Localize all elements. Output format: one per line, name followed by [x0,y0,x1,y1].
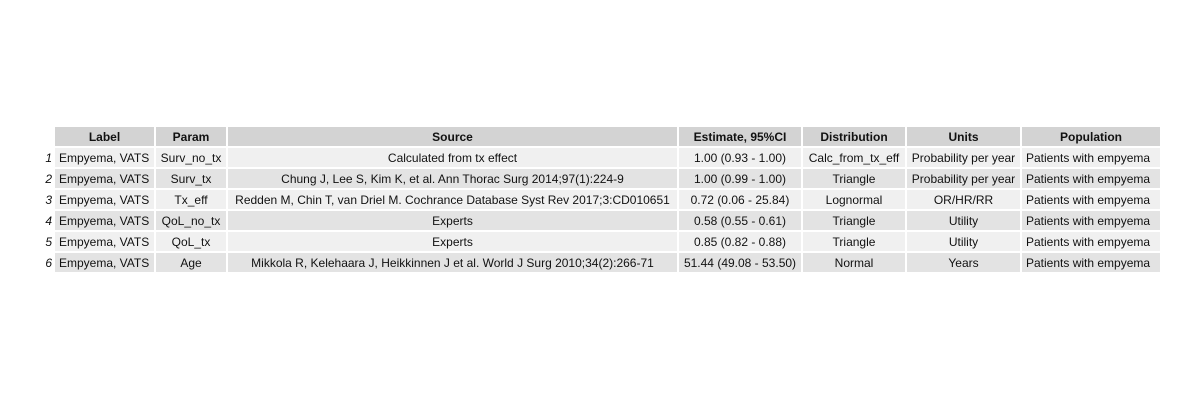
cell-label: Empyema, VATS [55,148,154,167]
cell-population: Patients with empyema [1022,253,1160,272]
cell-source: Mikkola R, Kelehaara J, Heikkinnen J et … [228,253,677,272]
cell-population: Patients with empyema [1022,148,1160,167]
table-header-row: Label Param Source Estimate, 95%CI Distr… [42,127,1160,146]
cell-population: Patients with empyema [1022,211,1160,230]
row-index: 6 [45,255,52,270]
table-row[interactable]: 3 Empyema, VATS Tx_eff Redden M, Chin T,… [42,190,1160,209]
table-row[interactable]: 4 Empyema, VATS QoL_no_tx Experts 0.58 (… [42,211,1160,230]
cell-param: Surv_no_tx [156,148,226,167]
cell-units: Utility [907,211,1020,230]
cell-population: Patients with empyema [1022,232,1160,251]
header-distribution[interactable]: Distribution [803,127,905,146]
cell-units: Probability per year [907,148,1020,167]
cell-estimate: 51.44 (49.08 - 53.50) [679,253,801,272]
header-label[interactable]: Label [55,127,154,146]
cell-label: Empyema, VATS [55,232,154,251]
cell-estimate: 1.00 (0.99 - 1.00) [679,169,801,188]
parameter-table: Label Param Source Estimate, 95%CI Distr… [40,125,1162,274]
row-index: 1 [45,150,52,165]
cell-distribution: Triangle [803,169,905,188]
cell-estimate: 0.85 (0.82 - 0.88) [679,232,801,251]
cell-distribution: Normal [803,253,905,272]
header-population[interactable]: Population [1022,127,1160,146]
cell-estimate: 1.00 (0.93 - 1.00) [679,148,801,167]
cell-label: Empyema, VATS [55,190,154,209]
cell-distribution: Triangle [803,211,905,230]
cell-population: Patients with empyema [1022,169,1160,188]
cell-param: Surv_tx [156,169,226,188]
row-index: 4 [45,213,52,228]
cell-units: Years [907,253,1020,272]
header-estimate[interactable]: Estimate, 95%CI [679,127,801,146]
cell-source: Chung J, Lee S, Kim K, et al. Ann Thorac… [228,169,677,188]
header-param[interactable]: Param [156,127,226,146]
row-index: 3 [45,192,52,207]
cell-population: Patients with empyema [1022,190,1160,209]
row-index: 2 [45,171,52,186]
header-source[interactable]: Source [228,127,677,146]
cell-source: Calculated from tx effect [228,148,677,167]
cell-estimate: 0.72 (0.06 - 25.84) [679,190,801,209]
table-row[interactable]: 1 Empyema, VATS Surv_no_tx Calculated fr… [42,148,1160,167]
cell-source: Experts [228,232,677,251]
cell-distribution: Calc_from_tx_eff [803,148,905,167]
cell-estimate: 0.58 (0.55 - 0.61) [679,211,801,230]
table-row[interactable]: 6 Empyema, VATS Age Mikkola R, Kelehaara… [42,253,1160,272]
cell-param: Tx_eff [156,190,226,209]
cell-distribution: Triangle [803,232,905,251]
cell-label: Empyema, VATS [55,253,154,272]
cell-label: Empyema, VATS [55,211,154,230]
cell-label: Empyema, VATS [55,169,154,188]
row-index: 5 [45,234,52,249]
table-row[interactable]: 5 Empyema, VATS QoL_tx Experts 0.85 (0.8… [42,232,1160,251]
cell-source: Experts [228,211,677,230]
row-index-header [42,127,53,146]
header-units[interactable]: Units [907,127,1020,146]
table-row[interactable]: 2 Empyema, VATS Surv_tx Chung J, Lee S, … [42,169,1160,188]
cell-distribution: Lognormal [803,190,905,209]
cell-source: Redden M, Chin T, van Driel M. Cochrance… [228,190,677,209]
cell-param: QoL_no_tx [156,211,226,230]
cell-units: Utility [907,232,1020,251]
cell-param: Age [156,253,226,272]
cell-units: Probability per year [907,169,1020,188]
cell-units: OR/HR/RR [907,190,1020,209]
parameter-table-container: Label Param Source Estimate, 95%CI Distr… [40,125,1162,274]
cell-param: QoL_tx [156,232,226,251]
